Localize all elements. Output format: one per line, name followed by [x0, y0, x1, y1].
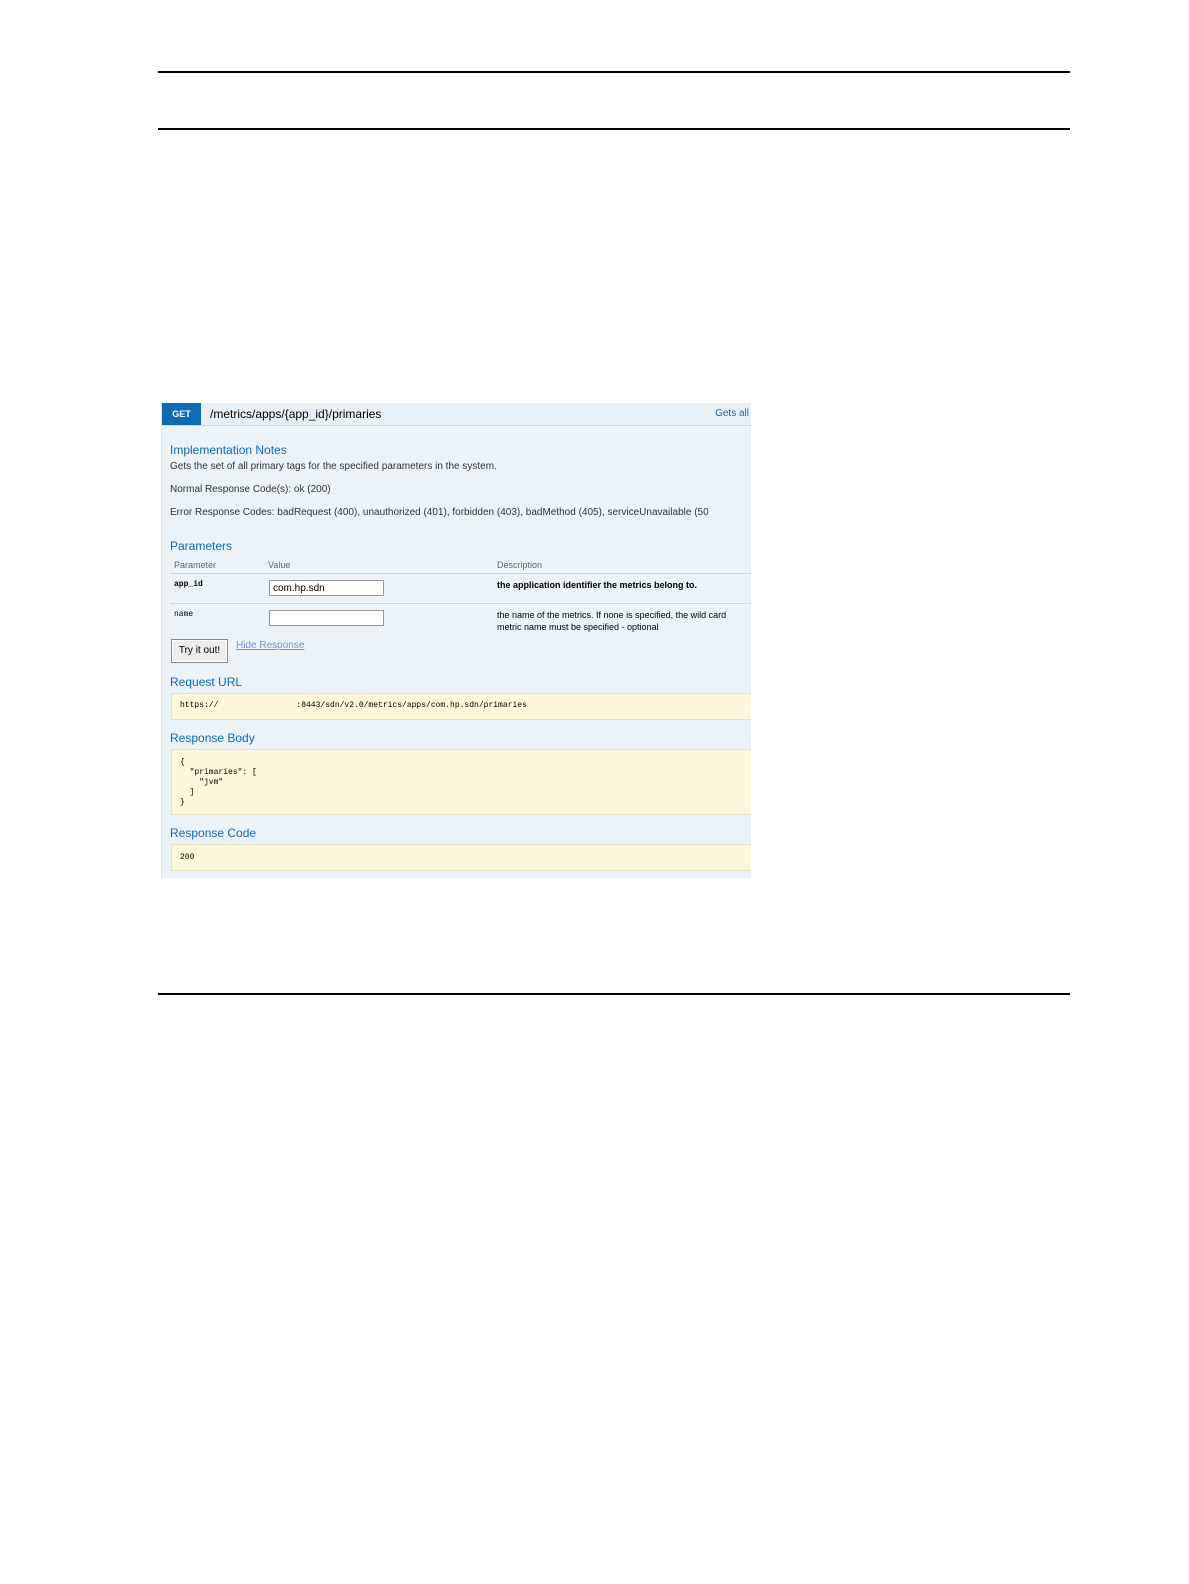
table-row-divider	[170, 603, 751, 604]
response-body-content: { "primaries": [ "jvm" ] }	[180, 758, 257, 807]
param-name-app-id: app_id	[174, 580, 203, 589]
implementation-notes-text: Gets the set of all primary tags for the…	[170, 461, 497, 472]
request-url-box[interactable]: https:// :8443/sdn/v2.0/metrics/apps/com.…	[171, 693, 751, 720]
name-input[interactable]	[269, 610, 384, 626]
request-url-prefix: https://	[180, 701, 219, 710]
request-url-heading: Request URL	[170, 675, 243, 689]
response-body-heading: Response Body	[170, 731, 255, 745]
operation-path[interactable]: /metrics/apps/{app_id}/primaries	[210, 403, 381, 425]
http-method-badge[interactable]: GET	[162, 403, 201, 425]
header-rule-bottom	[158, 128, 1070, 130]
response-code-heading: Response Code	[170, 826, 257, 840]
operation-header[interactable]: GET /metrics/apps/{app_id}/primaries Get…	[162, 403, 751, 426]
column-header-parameter: Parameter	[174, 560, 217, 570]
response-code-box[interactable]: 200	[171, 844, 751, 871]
param-desc-app-id: the application identifier the metrics b…	[497, 580, 698, 590]
column-header-value: Value	[268, 560, 291, 570]
table-header-divider	[170, 573, 751, 574]
response-code-value: 200	[180, 853, 195, 862]
hide-response-link[interactable]: Hide Response	[236, 640, 304, 651]
header-rule-top	[158, 71, 1070, 73]
error-response-codes: Error Response Codes: badRequest (400), …	[170, 507, 709, 518]
try-it-out-button[interactable]: Try it out!	[171, 639, 228, 663]
param-desc-name: the name of the metrics. If none is spec…	[497, 610, 727, 620]
parameters-heading: Parameters	[170, 539, 233, 553]
normal-response-codes: Normal Response Code(s): ok (200)	[170, 484, 331, 495]
app-id-input[interactable]	[269, 580, 384, 596]
api-operation-panel: GET /metrics/apps/{app_id}/primaries Get…	[161, 403, 751, 878]
operation-summary[interactable]: Gets all	[715, 403, 749, 425]
response-body-box[interactable]: { "primaries": [ "jvm" ] }	[171, 749, 751, 815]
param-desc-name-line2: metric name must be specified - optional	[497, 622, 659, 632]
param-name-name: name	[174, 610, 194, 619]
column-header-description: Description	[497, 560, 543, 570]
implementation-notes-heading: Implementation Notes	[170, 443, 287, 457]
footer-rule	[158, 993, 1070, 995]
request-url-suffix: :8443/sdn/v2.0/metrics/apps/com.hp.sdn/p…	[296, 701, 527, 710]
